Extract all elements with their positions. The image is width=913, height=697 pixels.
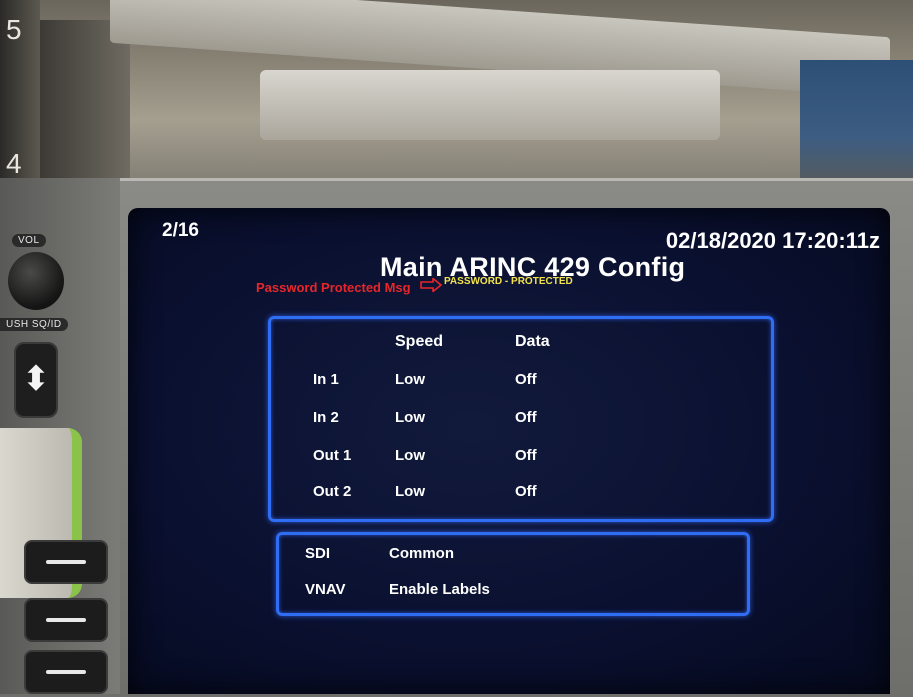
rack-rail — [40, 20, 130, 180]
setting-value[interactable]: Enable Labels — [389, 581, 490, 598]
speed-value[interactable]: Low — [395, 371, 425, 388]
avionics-display: 2/16 02/18/2020 17:20:11z Main ARINC 429… — [128, 208, 890, 694]
setting-label: VNAV — [305, 581, 346, 598]
vol-label: VOL — [12, 234, 46, 247]
password-protected-annotation: Password Protected Msg — [256, 280, 411, 295]
speed-value[interactable]: Low — [395, 409, 425, 426]
row-label: Out 2 — [313, 483, 352, 500]
column-header-speed: Speed — [395, 333, 444, 350]
bezel-softkey-1[interactable] — [24, 540, 108, 584]
up-down-arrow-icon: ⬍ — [21, 360, 51, 398]
connector-plate — [260, 70, 720, 140]
push-squelch-ident-label: USH SQ/ID — [0, 318, 68, 331]
setting-label: SDI — [305, 545, 331, 562]
bezel-softkey-2[interactable] — [24, 598, 108, 642]
rack-cabling — [800, 60, 913, 190]
setting-value[interactable]: Common — [389, 545, 454, 562]
rack-number-4: 4 — [6, 148, 22, 179]
row-label: Out 1 — [313, 447, 352, 464]
data-value[interactable]: Off — [515, 371, 537, 388]
data-value[interactable]: Off — [515, 447, 537, 464]
arinc-config-panel: Speed Data In 1 Low Off In 2 Low Off Out… — [268, 316, 774, 522]
password-protected-message: PASSWORD - PROTECTED — [444, 276, 573, 287]
up-down-arrow-button[interactable]: ⬍ — [14, 342, 58, 418]
speed-value[interactable]: Low — [395, 447, 425, 464]
speed-value[interactable]: Low — [395, 483, 425, 500]
bezel-softkey-3[interactable] — [24, 650, 108, 694]
volume-knob[interactable] — [8, 252, 64, 310]
rack-number-5: 5 — [6, 14, 22, 45]
datetime-readout: 02/18/2020 17:20:11z — [665, 228, 880, 253]
data-value[interactable]: Off — [515, 483, 537, 500]
column-header-data: Data — [515, 333, 550, 350]
data-value[interactable]: Off — [515, 409, 537, 426]
annotation-arrow-icon — [420, 278, 442, 292]
row-label: In 2 — [313, 409, 339, 426]
settings-panel: SDI Common VNAV Enable Labels — [276, 532, 750, 616]
page-indicator: 2/16 — [162, 220, 199, 241]
row-label: In 1 — [313, 371, 339, 388]
